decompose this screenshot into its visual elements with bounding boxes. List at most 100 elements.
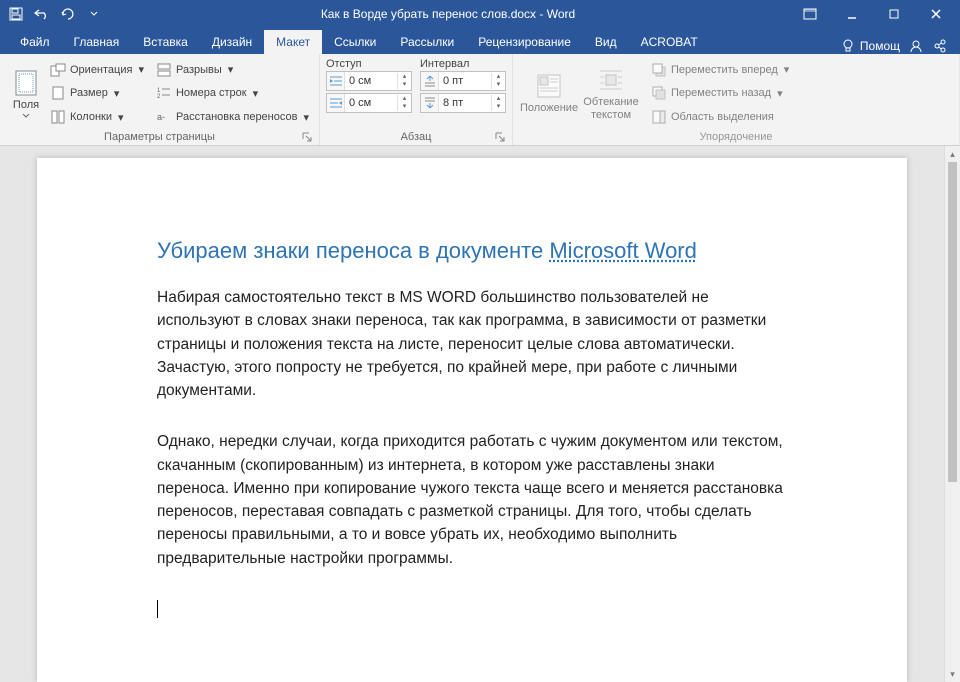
maximize-button[interactable] (874, 2, 914, 26)
svg-text:2: 2 (157, 94, 161, 100)
indent-left-icon (327, 72, 345, 90)
indent-left-value: 0 см (345, 75, 397, 87)
tab-review[interactable]: Рецензирование (466, 30, 583, 54)
spacing-before-icon (421, 72, 439, 90)
lightbulb-icon (840, 38, 856, 54)
spacing-before-input[interactable]: 0 пт ▴▾ (420, 71, 506, 91)
tab-home[interactable]: Главная (62, 30, 132, 54)
redo-button[interactable] (56, 2, 80, 26)
orientation-icon (50, 62, 66, 78)
tab-references[interactable]: Ссылки (322, 30, 388, 54)
tab-mailings[interactable]: Рассылки (388, 30, 466, 54)
margins-label: Поля (13, 99, 39, 111)
ribbon: Поля Ориентация ▾ Размер ▾ Колонки ▾ (0, 54, 960, 146)
position-button[interactable]: Положение (519, 58, 579, 129)
group-label-page-setup: Параметры страницы (104, 131, 215, 143)
paragraph-launcher[interactable] (494, 131, 506, 143)
position-icon (535, 72, 563, 100)
heading-link: Microsoft Word (549, 238, 697, 263)
share-icon[interactable] (932, 38, 948, 54)
document-page[interactable]: Убираем знаки переноса в документе Micro… (37, 158, 907, 682)
tab-insert[interactable]: Вставка (131, 30, 200, 54)
account-icon[interactable] (908, 38, 924, 54)
spacing-after-input[interactable]: 8 пт ▴▾ (420, 93, 506, 113)
minimize-button[interactable] (832, 2, 872, 26)
group-paragraph: Отступ 0 см ▴▾ 0 см ▴▾ Интервал 0 пт ▴▾ (320, 54, 513, 145)
margins-icon (12, 69, 40, 97)
tab-view[interactable]: Вид (583, 30, 629, 54)
size-button[interactable]: Размер ▾ (46, 82, 148, 104)
ribbon-tabs: Файл Главная Вставка Дизайн Макет Ссылки… (0, 28, 960, 54)
tab-layout[interactable]: Макет (264, 30, 322, 54)
spacing-before-value: 0 пт (439, 75, 491, 87)
document-heading: Убираем знаки переноса в документе Micro… (157, 238, 787, 264)
text-cursor (157, 600, 158, 618)
selection-pane-button[interactable]: Область выделения (647, 106, 793, 128)
margins-button[interactable]: Поля (6, 58, 46, 129)
scroll-up-button[interactable]: ▴ (945, 146, 960, 162)
tab-design[interactable]: Дизайн (200, 30, 264, 54)
line-numbers-label: Номера строк (176, 87, 247, 99)
breaks-icon (156, 62, 172, 78)
columns-button[interactable]: Колонки ▾ (46, 106, 148, 128)
orientation-label: Ориентация (70, 64, 132, 76)
wrap-text-button[interactable]: Обтекание текстом (579, 58, 643, 129)
bring-forward-button[interactable]: Переместить вперед ▾ (647, 59, 793, 81)
scroll-down-button[interactable]: ▾ (945, 666, 960, 682)
tab-acrobat[interactable]: ACROBAT (629, 30, 710, 54)
indent-header: Отступ (326, 58, 412, 70)
breaks-button[interactable]: Разрывы ▾ (152, 59, 313, 81)
spacing-header: Интервал (420, 58, 506, 70)
group-arrange: Положение Обтекание текстом Переместить … (513, 54, 960, 145)
spacing-after-value: 8 пт (439, 97, 491, 109)
page-setup-launcher[interactable] (301, 131, 313, 143)
cursor-line (157, 598, 787, 621)
wrap-text-icon (597, 66, 625, 94)
send-backward-icon (651, 85, 667, 101)
hyphenation-label: Расстановка переносов (176, 111, 297, 123)
indent-left-input[interactable]: 0 см ▴▾ (326, 71, 412, 91)
spacing-after-icon (421, 94, 439, 112)
window-title: Как в Ворде убрать перенос слов.docx - W… (106, 7, 790, 21)
bring-forward-label: Переместить вперед (671, 64, 778, 76)
help-label: Помощ (860, 39, 900, 53)
orientation-button[interactable]: Ориентация ▾ (46, 59, 148, 81)
selection-pane-icon (651, 109, 667, 125)
send-backward-label: Переместить назад (671, 87, 771, 99)
quick-access-toolbar (4, 2, 106, 26)
hyphenation-icon: a- (156, 109, 172, 125)
wrap-text-label: Обтекание текстом (581, 96, 641, 120)
indent-right-input[interactable]: 0 см ▴▾ (326, 93, 412, 113)
columns-label: Колонки (70, 111, 112, 123)
size-icon (50, 85, 66, 101)
breaks-label: Разрывы (176, 64, 222, 76)
send-backward-button[interactable]: Переместить назад ▾ (647, 82, 793, 104)
title-bar: Как в Ворде убрать перенос слов.docx - W… (0, 0, 960, 28)
undo-button[interactable] (30, 2, 54, 26)
group-label-paragraph: Абзац (401, 131, 432, 143)
window-controls (790, 2, 956, 26)
vertical-scrollbar[interactable]: ▴ ▾ (944, 146, 960, 682)
close-button[interactable] (916, 2, 956, 26)
qat-customize-dropdown[interactable] (82, 2, 106, 26)
line-numbers-button[interactable]: 12 Номера строк ▾ (152, 82, 313, 104)
document-area: Убираем знаки переноса в документе Micro… (0, 146, 960, 682)
tell-me-help[interactable]: Помощ (840, 38, 900, 54)
selection-pane-label: Область выделения (671, 111, 774, 123)
bring-forward-icon (651, 62, 667, 78)
hyphenation-button[interactable]: a- Расстановка переносов ▾ (152, 106, 313, 128)
line-numbers-icon: 12 (156, 85, 172, 101)
group-label-arrange: Упорядочение (700, 131, 773, 143)
tab-file[interactable]: Файл (8, 30, 62, 54)
group-page-setup: Поля Ориентация ▾ Размер ▾ Колонки ▾ (0, 54, 320, 145)
indent-right-icon (327, 94, 345, 112)
columns-icon (50, 109, 66, 125)
scroll-thumb[interactable] (948, 162, 957, 482)
size-label: Размер (70, 87, 108, 99)
document-paragraph-1: Набирая самостоятельно текст в MS WORD б… (157, 286, 787, 402)
document-paragraph-2: Однако, нередки случаи, когда приходится… (157, 430, 787, 570)
position-label: Положение (520, 102, 578, 114)
svg-text:a-: a- (157, 112, 165, 122)
save-button[interactable] (4, 2, 28, 26)
ribbon-display-options-button[interactable] (790, 2, 830, 26)
